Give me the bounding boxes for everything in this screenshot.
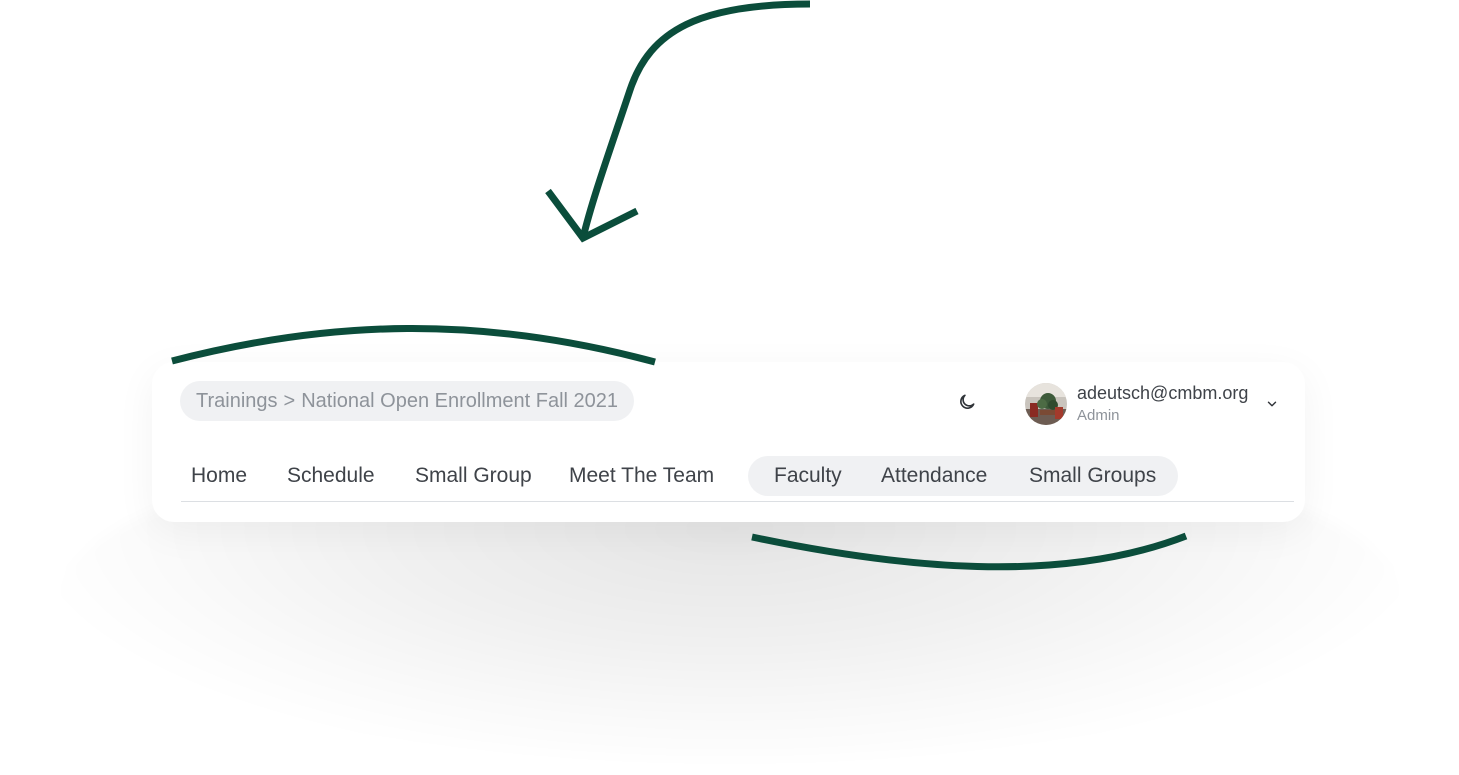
- annotation-arrow-curve: [579, 0, 811, 239]
- breadcrumb-separator: >: [283, 389, 296, 412]
- nav-item-meet-the-team[interactable]: Meet The Team: [569, 456, 714, 496]
- main-nav: Home Schedule Small Group Meet The Team …: [181, 456, 1294, 502]
- avatar[interactable]: [1025, 383, 1067, 425]
- nav-item-small-group[interactable]: Small Group: [415, 456, 532, 496]
- annotation-arc-top: [171, 324, 656, 366]
- annotation-arrow-head: [545, 188, 639, 243]
- theme-toggle-button[interactable]: [955, 392, 979, 416]
- moon-icon: [957, 392, 977, 417]
- breadcrumb: Trainings > National Open Enrollment Fal…: [180, 381, 635, 421]
- nav-item-schedule[interactable]: Schedule: [287, 456, 375, 496]
- nav-item-faculty[interactable]: Faculty: [774, 456, 842, 496]
- nav-item-attendance[interactable]: Attendance: [881, 456, 987, 496]
- chevron-down-icon[interactable]: [1262, 394, 1282, 414]
- breadcrumb-parent[interactable]: Trainings: [196, 390, 278, 413]
- user-role: Admin: [1077, 406, 1120, 424]
- screenshot-canvas: Trainings > National Open Enrollment Fal…: [0, 0, 1459, 775]
- breadcrumb-current: National Open Enrollment Fall 2021: [301, 389, 619, 412]
- user-menu[interactable]: adeutsch@cmbm.org Admin: [1025, 382, 1282, 426]
- user-email: adeutsch@cmbm.org: [1077, 383, 1249, 404]
- app-header-card: Trainings > National Open Enrollment Fal…: [152, 362, 1305, 522]
- nav-item-home[interactable]: Home: [191, 456, 247, 496]
- nav-item-small-groups[interactable]: Small Groups: [1029, 456, 1156, 496]
